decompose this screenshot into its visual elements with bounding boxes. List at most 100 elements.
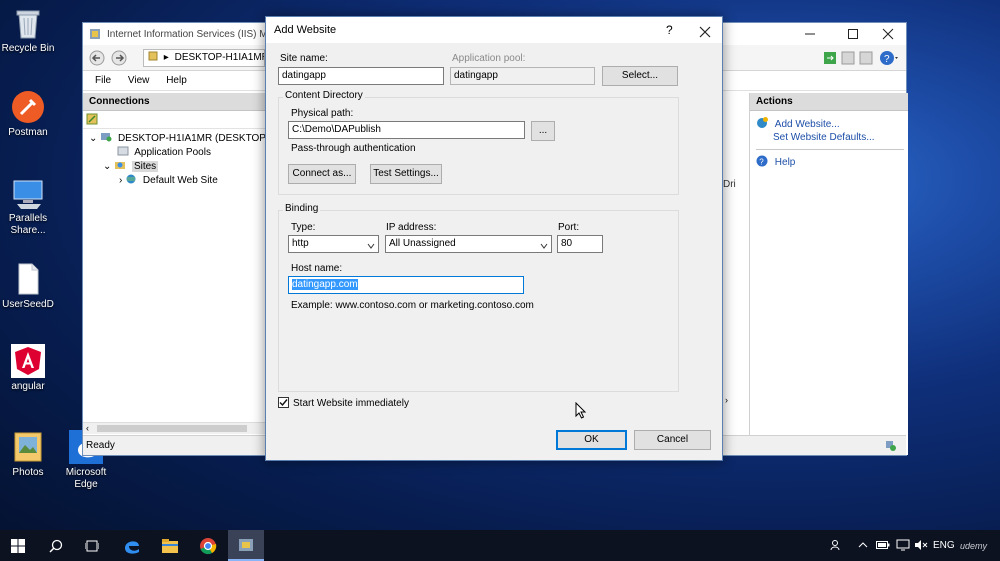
type-select[interactable]: http [288, 235, 379, 253]
port-input[interactable]: 80 [557, 235, 603, 253]
chevron-down-icon [540, 240, 548, 249]
folder-icon [162, 538, 178, 553]
taskbar-edge-button[interactable] [114, 530, 150, 561]
task-view-icon [85, 540, 99, 551]
menu-help[interactable]: Help [166, 75, 187, 86]
iis-window-title: Internet Information Services (IIS) Mana [107, 28, 285, 40]
back-arrow-icon[interactable] [89, 50, 105, 66]
app-pool-label: Application pool: [452, 53, 526, 64]
maximize-icon[interactable] [846, 27, 860, 41]
svg-text:?: ? [884, 54, 890, 65]
connect-as-button[interactable]: Connect as... [288, 164, 356, 184]
network-status-icon [885, 440, 897, 452]
actions-panel: Actions Add Website... Set Website Defau… [749, 93, 908, 455]
help-icon: ? [756, 155, 768, 167]
desktop-icon-label: Recycle Bin [1, 43, 55, 54]
desktop-icon-userseedd[interactable]: UserSeedD [0, 262, 56, 311]
desktop-icon-angular[interactable]: angular [0, 344, 56, 393]
taskbar: ENG udemy [0, 530, 1000, 561]
column-header-fragment: Dri [723, 179, 736, 190]
stop-icon[interactable] [841, 51, 855, 65]
scroll-thumb[interactable] [97, 425, 247, 432]
help-dropdown-icon[interactable]: ? [879, 50, 901, 66]
connections-hscrollbar[interactable]: ‹ [83, 422, 266, 434]
chevron-right-icon[interactable]: › [119, 175, 122, 186]
connect-icon[interactable] [86, 113, 98, 125]
scroll-right-icon[interactable]: › [725, 395, 728, 405]
content-directory-title: Content Directory [283, 90, 365, 101]
breadcrumb-chevron-icon: ▸ [163, 52, 169, 63]
iis-app-icon [89, 28, 101, 40]
test-settings-button[interactable]: Test Settings... [370, 164, 442, 184]
sites-folder-icon [114, 160, 126, 170]
action-help[interactable]: ? Help [756, 155, 908, 170]
forward-arrow-icon[interactable] [111, 50, 127, 66]
host-name-input[interactable]: datingapp.com [288, 276, 524, 294]
physical-path-input[interactable]: C:\Demo\DAPublish [288, 121, 525, 139]
action-add-website[interactable]: Add Website... [756, 117, 908, 132]
host-name-selected-text: datingapp.com [292, 279, 358, 290]
connections-header: Connections [83, 93, 265, 111]
server-computer-icon [100, 132, 112, 142]
cancel-button[interactable]: Cancel [634, 430, 711, 450]
taskbar-chrome-button[interactable] [190, 530, 226, 561]
add-website-dialog[interactable]: Add Website ? Site name: datingapp Appli… [265, 16, 723, 461]
status-text: Ready [86, 440, 115, 451]
chevron-down-icon[interactable]: ⌄ [89, 133, 97, 144]
recycle-bin-icon [11, 6, 45, 40]
scroll-left-icon[interactable]: ‹ [86, 423, 89, 433]
desktop-icon-label: Postman [8, 127, 48, 138]
edge-icon [125, 540, 139, 554]
task-view-button[interactable] [74, 530, 110, 561]
start-website-checkbox[interactable] [278, 397, 289, 408]
ip-address-select[interactable]: All Unassigned [385, 235, 552, 253]
dialog-title: Add Website [274, 24, 337, 36]
battery-icon[interactable] [876, 540, 890, 550]
tree-item-application-pools[interactable]: Application Pools [89, 146, 265, 160]
dialog-close-icon[interactable] [698, 23, 712, 38]
people-icon[interactable] [830, 539, 842, 551]
display-icon[interactable] [896, 539, 910, 551]
dialog-title-bar[interactable]: Add Website ? [266, 17, 722, 43]
checkmark-icon [279, 399, 288, 407]
desktop-icon-photos[interactable]: Photos [0, 430, 56, 479]
dialog-help-icon[interactable]: ? [666, 17, 673, 43]
taskbar-iis-button[interactable] [228, 530, 264, 561]
start-button[interactable] [0, 530, 36, 561]
desktop-icon-postman[interactable]: Postman [0, 90, 56, 139]
desktop-icon-label: Parallels Share... [8, 213, 48, 236]
ok-button[interactable]: OK [556, 430, 627, 450]
home-icon[interactable] [859, 51, 873, 65]
start-website-label[interactable]: Start Website immediately [293, 398, 409, 409]
address-field[interactable]: ▸ DESKTOP-H1IA1MR [143, 49, 265, 67]
volume-muted-icon[interactable] [914, 539, 928, 551]
taskbar-search-button[interactable] [38, 530, 74, 561]
chrome-icon [200, 537, 217, 554]
desktop-icon-parallels-share[interactable]: Parallels Share... [0, 176, 56, 237]
tree-item-default-web-site[interactable]: › Default Web Site [89, 174, 265, 188]
postman-icon [11, 90, 45, 124]
language-indicator[interactable]: ENG [933, 540, 955, 551]
connections-toolbar [83, 111, 265, 129]
select-app-pool-button[interactable]: Select... [602, 66, 678, 86]
minimize-icon[interactable] [803, 27, 817, 41]
browse-path-button[interactable]: ... [531, 121, 555, 141]
address-text: DESKTOP-H1IA1MR [174, 52, 265, 63]
action-set-website-defaults[interactable]: Set Website Defaults... [756, 132, 908, 147]
chevron-down-icon[interactable]: ⌄ [103, 161, 111, 172]
site-name-input[interactable]: datingapp [278, 67, 444, 85]
app-pool-icon [117, 146, 129, 156]
taskbar-file-explorer-button[interactable] [152, 530, 188, 561]
tray-chevron-up-icon[interactable] [858, 540, 868, 550]
refresh-icon[interactable] [823, 51, 837, 65]
desktop-icon-recycle-bin[interactable]: Recycle Bin [0, 6, 56, 55]
app-pool-input: datingapp [450, 67, 595, 85]
chevron-down-icon [367, 240, 375, 249]
menu-file[interactable]: File [95, 75, 111, 86]
close-icon[interactable] [881, 27, 895, 41]
tree-item-server[interactable]: ⌄ DESKTOP-H1IA1MR (DESKTOP-H1IA [89, 132, 292, 146]
desktop-icon-label: UserSeedD [2, 299, 54, 310]
ip-address-label: IP address: [386, 222, 437, 233]
tree-item-sites[interactable]: ⌄ Sites [89, 160, 265, 174]
menu-view[interactable]: View [128, 75, 150, 86]
